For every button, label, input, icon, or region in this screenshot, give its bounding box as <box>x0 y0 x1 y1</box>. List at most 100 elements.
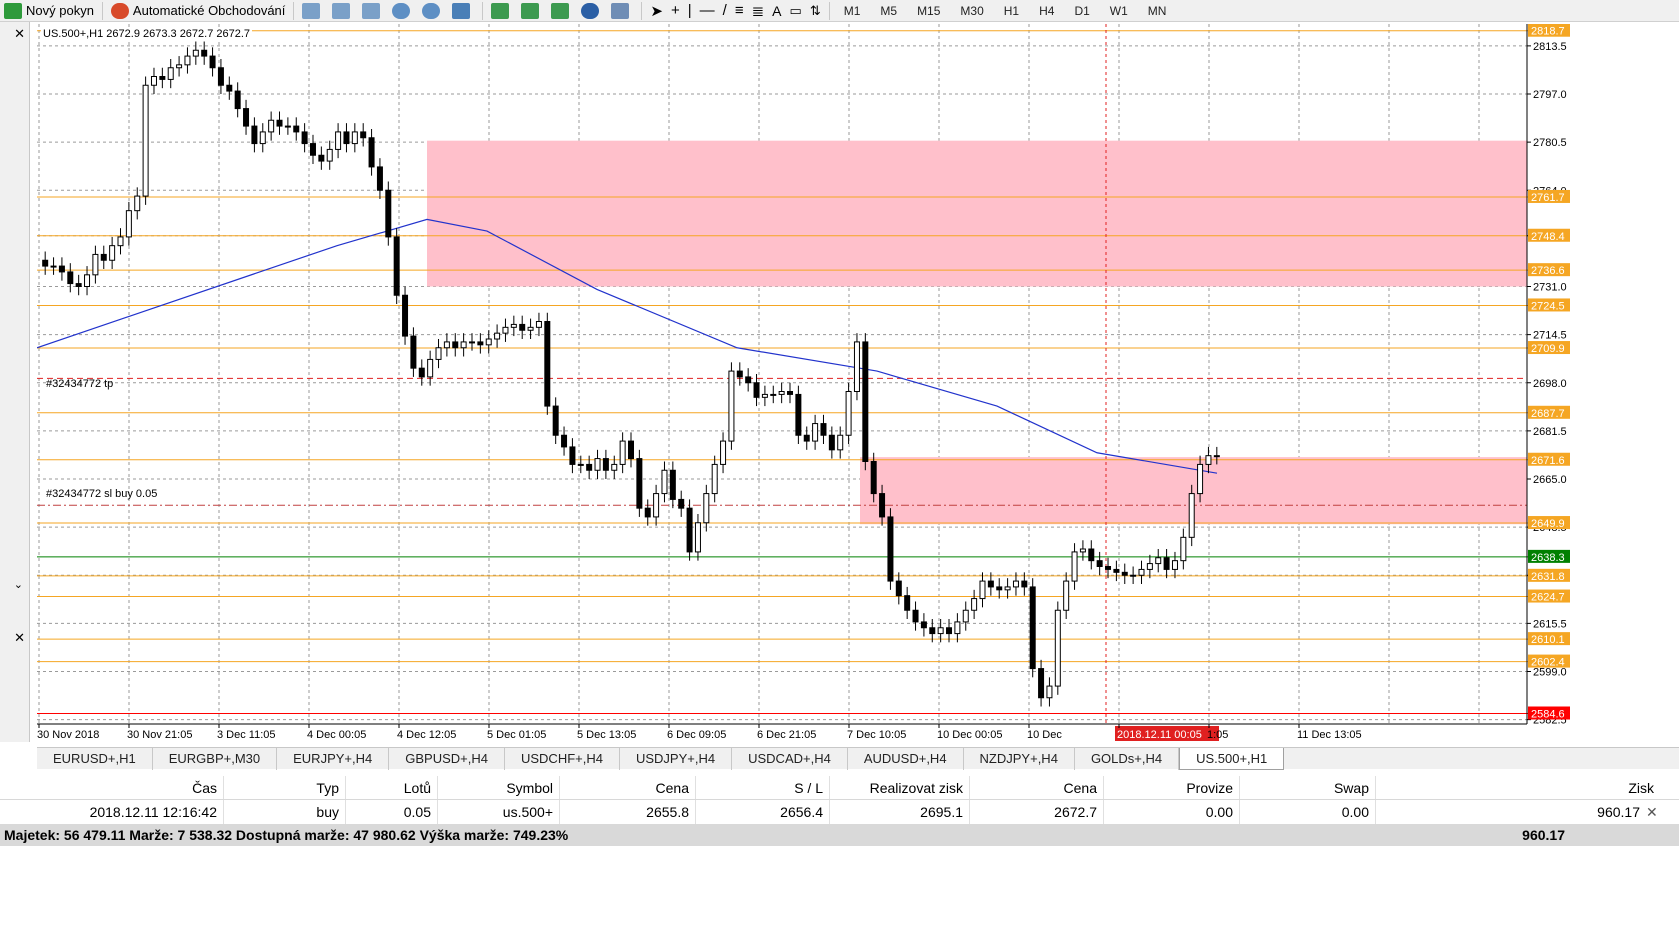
timeframe-h1[interactable]: H1 <box>994 1 1029 21</box>
tab-audusd[interactable]: AUDUSD+,H4 <box>848 748 964 770</box>
timeframe-w1[interactable]: W1 <box>1100 1 1138 21</box>
candle-body <box>309 143 316 156</box>
tab-nzdjpy[interactable]: NZDJPY+,H4 <box>964 748 1075 770</box>
tab-usdjpy[interactable]: USDJPY+,H4 <box>620 748 733 770</box>
candle-body <box>552 405 559 436</box>
col-header-lots[interactable]: Lotů <box>346 776 438 799</box>
col-header-sl[interactable]: S / L <box>696 776 830 799</box>
timeframe-m30[interactable]: M30 <box>950 1 993 21</box>
col-header-swap[interactable]: Swap <box>1240 776 1376 799</box>
table-row[interactable]: 2018.12.11 12:16:42 buy 0.05 us.500+ 265… <box>0 800 1679 824</box>
candle-body <box>159 76 166 80</box>
close-position-icon[interactable]: ✕ <box>1646 804 1664 821</box>
line-chart-button[interactable] <box>358 1 388 21</box>
col-header-time[interactable]: Čas <box>0 776 224 799</box>
cursor-button[interactable]: ➤ <box>646 1 667 21</box>
candle-body <box>176 64 183 69</box>
row-type: buy <box>224 800 346 824</box>
trendline-button[interactable]: / <box>719 1 731 21</box>
candle-body <box>268 119 275 133</box>
candle-body <box>644 507 651 518</box>
tile-windows-button[interactable] <box>448 1 478 21</box>
level-label-text: 2624.7 <box>1531 592 1565 604</box>
bar-chart-icon <box>302 2 321 19</box>
candle-body <box>1138 568 1145 576</box>
bar-chart-button[interactable] <box>298 1 328 21</box>
level-label-text: 2649.9 <box>1531 518 1565 530</box>
candle-body <box>67 271 74 285</box>
crosshair-button[interactable]: + <box>667 1 684 21</box>
tab-golds[interactable]: GOLDs+,H4 <box>1075 748 1180 770</box>
tab-usdcad[interactable]: USDCAD+,H4 <box>732 748 848 770</box>
indicators-button[interactable] <box>547 1 577 21</box>
auto-trading-button[interactable]: Automatické Obchodování <box>107 1 289 21</box>
candle-body <box>996 586 1003 591</box>
candle-body <box>1054 609 1061 687</box>
col-header-profit[interactable]: Zisk <box>1376 776 1664 799</box>
candle-body <box>117 236 124 247</box>
chart-shift-button[interactable] <box>517 1 547 21</box>
tab-gbpusd[interactable]: GBPUSD+,H4 <box>389 748 505 770</box>
col-header-current-price[interactable]: Cena <box>970 776 1104 799</box>
candle-body <box>920 621 927 629</box>
zoom-out-button[interactable] <box>418 1 448 21</box>
candle-body <box>167 67 174 80</box>
level-label-text: 2818.7 <box>1531 26 1565 38</box>
templates-button[interactable] <box>607 1 637 21</box>
tab-eurgbp[interactable]: EURGBP+,M30 <box>153 748 278 770</box>
candle-body <box>736 370 743 378</box>
grid-icon <box>452 2 471 19</box>
candle-body <box>1079 548 1086 553</box>
candle-body <box>1071 551 1078 582</box>
terminal-close-icon[interactable]: ✕ <box>14 630 25 646</box>
periods-button[interactable] <box>577 1 607 21</box>
col-header-commission[interactable]: Provize <box>1104 776 1240 799</box>
col-header-price[interactable]: Cena <box>560 776 696 799</box>
candle-body <box>84 274 91 287</box>
price-tick-label: 2698.0 <box>1533 378 1567 390</box>
timeframe-m5[interactable]: M5 <box>870 1 907 21</box>
candle-body <box>561 434 568 448</box>
timeframe-d1[interactable]: D1 <box>1064 1 1099 21</box>
line-chart-icon <box>362 2 381 19</box>
candle-body <box>393 236 400 296</box>
vertical-line-button[interactable]: | <box>684 1 696 21</box>
candle-body <box>318 154 325 162</box>
tab-us500[interactable]: US.500+,H1 <box>1179 748 1285 770</box>
fibonacci-button[interactable]: ≣ <box>748 1 769 21</box>
candle-body <box>276 119 283 127</box>
navigator-panel[interactable]: ✕ ⌄ ✕ <box>0 22 30 742</box>
timeframe-mn[interactable]: MN <box>1138 1 1177 21</box>
timeframe-m15[interactable]: M15 <box>907 1 950 21</box>
scroll-down-icon[interactable]: ⌄ <box>14 578 23 591</box>
chart-area[interactable]: 2813.52797.02780.52764.02748.42731.02714… <box>37 24 1679 742</box>
text-button[interactable]: A <box>768 1 785 21</box>
channel-button[interactable]: ≡ <box>731 1 748 21</box>
tab-usdchf[interactable]: USDCHF+,H4 <box>505 748 620 770</box>
candle-body <box>58 265 65 273</box>
account-summary-text: Majetek: 56 479.11 Marže: 7 538.32 Dostu… <box>4 827 569 843</box>
new-order-button[interactable]: Nový pokyn <box>0 1 98 21</box>
candle-body <box>853 341 860 392</box>
candle-body <box>611 463 618 471</box>
col-header-tp[interactable]: Realizovat zisk <box>830 776 970 799</box>
tab-eurusd[interactable]: EURUSD+,H1 <box>37 748 153 770</box>
timeframe-h4[interactable]: H4 <box>1029 1 1064 21</box>
price-chart[interactable]: 2813.52797.02780.52764.02748.42731.02714… <box>37 24 1679 742</box>
candle-body <box>845 391 852 436</box>
tab-eurjpy[interactable]: EURJPY+,H4 <box>277 748 390 770</box>
candle-body <box>1046 685 1053 699</box>
time-tick-label: 10 Dec 00:05 <box>937 729 1002 741</box>
autoscroll-button[interactable] <box>487 1 517 21</box>
candle-chart-button[interactable] <box>328 1 358 21</box>
horizontal-line-button[interactable]: — <box>696 1 719 21</box>
candle-body <box>962 609 969 623</box>
arrows-button[interactable]: ⇅ <box>806 1 825 21</box>
zoom-in-button[interactable] <box>388 1 418 21</box>
candle-body <box>795 393 802 436</box>
navigator-close-icon[interactable]: ✕ <box>14 26 25 42</box>
col-header-symbol[interactable]: Symbol <box>438 776 560 799</box>
col-header-type[interactable]: Typ <box>224 776 346 799</box>
timeframe-m1[interactable]: M1 <box>834 1 871 21</box>
label-button[interactable]: ▭ <box>786 1 806 21</box>
